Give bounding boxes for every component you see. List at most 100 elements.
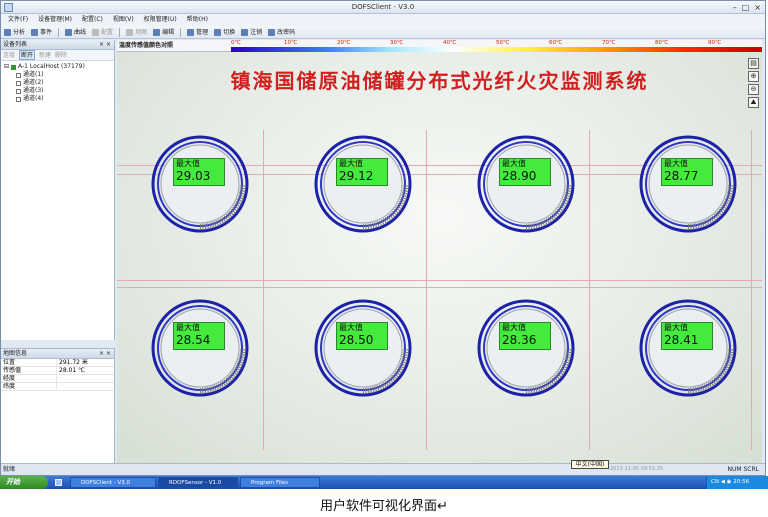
info-row: 经度: [1, 375, 114, 383]
task-program-files[interactable]: Program Files: [240, 477, 320, 488]
system-title: 镇海国储原油储罐分布式光纤火灾监测系统: [230, 69, 649, 93]
switch-button[interactable]: 切换: [214, 26, 235, 38]
tree-channel-1[interactable]: 通道(1): [4, 71, 114, 79]
event-button[interactable]: 事件: [31, 26, 52, 38]
tank-map-canvas[interactable]: 镇海国储原油储罐分布式光纤火灾监测系统 最大值 29.03 最大值 29.12 最大…: [117, 52, 762, 463]
legend-tick: 80℃: [655, 40, 669, 46]
tree-channel-4[interactable]: 通道(4): [4, 95, 114, 103]
map-fit-icon[interactable]: ⛰: [748, 97, 759, 108]
channel-label: 通道(2): [23, 79, 44, 86]
legend-tick: 40℃: [443, 40, 457, 46]
new-device-button[interactable]: 新建: [39, 50, 51, 60]
color-legend: 温度传感值颜色对照 0℃ 10℃ 20℃ 30℃ 40℃ 50℃ 60℃ 70℃…: [117, 40, 762, 52]
maximize-button[interactable]: □: [742, 2, 750, 13]
map-info-panel: 地图信息 × × 位置 291.72 米 传感值 28.01 ℃ 经度 纬度: [1, 348, 115, 463]
edit-icon: [153, 28, 161, 36]
checkbox[interactable]: [16, 96, 21, 102]
menu-view[interactable]: 视图(V): [113, 14, 134, 26]
switch-label: 切换: [223, 28, 236, 36]
checkbox[interactable]: [16, 88, 21, 94]
config-button[interactable]: 配置: [92, 26, 113, 38]
menu-permission[interactable]: 权限管理(U): [144, 14, 177, 26]
tree-channel-3[interactable]: 通道(3): [4, 87, 114, 95]
max-value: 28.50: [339, 333, 374, 347]
quicklaunch-icon[interactable]: [55, 479, 62, 486]
close-icon[interactable]: × ×: [99, 40, 111, 50]
menu-help[interactable]: 帮助(H): [187, 14, 208, 26]
info-key: 纬度: [1, 383, 57, 390]
info-value: 28.01 ℃: [59, 367, 85, 374]
menu-config[interactable]: 配置(C): [82, 14, 103, 26]
start-button[interactable]: 开始: [0, 476, 48, 489]
device-tree: ⊟ A-1 LocalHost (37179) 通道(1) 通道(2) 通道(3)…: [1, 61, 114, 103]
manage-button[interactable]: 管理: [187, 26, 208, 38]
tree-channel-2[interactable]: 通道(2): [4, 79, 114, 87]
zoom-out-icon[interactable]: ⊖: [748, 84, 759, 95]
checkbox[interactable]: [16, 80, 21, 86]
info-value: [57, 383, 59, 390]
checkbox[interactable]: [16, 72, 21, 78]
tank-5[interactable]: 最大值 28.54: [150, 298, 250, 398]
logout-label: 注销: [250, 28, 263, 36]
legend-tick: 10℃: [284, 40, 298, 46]
change-password-button[interactable]: 改密码: [268, 26, 295, 38]
tank-1[interactable]: 最大值 29.03: [150, 134, 250, 234]
event-label: 事件: [40, 28, 53, 36]
fiber-route-line: [117, 287, 762, 288]
tank-3[interactable]: 最大值 28.90: [476, 134, 576, 234]
menu-device[interactable]: 设备管理(M): [38, 14, 72, 26]
legend-tick: 0℃: [231, 40, 241, 46]
info-key: 经度: [1, 375, 57, 382]
ime-tooltip: 中文(中国): [571, 460, 609, 469]
close-icon[interactable]: × ×: [99, 349, 111, 359]
legend-tick: 90℃: [708, 40, 722, 46]
max-value: 29.12: [339, 169, 374, 183]
minimize-button[interactable]: –: [733, 2, 737, 13]
map-tools: ▤ ⊕ ⊖ ⛰: [748, 58, 759, 108]
curve-label: 曲线: [74, 28, 87, 36]
map-select-icon[interactable]: ▤: [748, 58, 759, 69]
tank-8[interactable]: 最大值 28.41: [638, 298, 738, 398]
tank-2[interactable]: 最大值 29.12: [313, 134, 413, 234]
tank-7[interactable]: 最大值 28.36: [476, 298, 576, 398]
delete-device-button[interactable]: 删除: [55, 50, 67, 60]
tree-host-node[interactable]: ⊟ A-1 LocalHost (37179): [4, 63, 114, 71]
max-value: 28.54: [176, 333, 211, 347]
expand-icon[interactable]: ⊟: [4, 63, 9, 71]
toolbar-separator: [119, 28, 121, 37]
zoom-in-icon[interactable]: ⊕: [748, 71, 759, 82]
system-tray[interactable]: CN ◀ ◉ 20:56: [706, 476, 768, 489]
connect-button[interactable]: 连接: [3, 50, 15, 60]
analyze-button[interactable]: 分析: [4, 26, 25, 38]
max-value-label: 最大值: [664, 159, 688, 168]
edit-label: 编辑: [162, 28, 175, 36]
title-bar: DOFSClient - V3.0 – □ ×: [1, 1, 765, 14]
menu-file[interactable]: 文件(F): [8, 14, 28, 26]
close-button[interactable]: ×: [754, 2, 761, 13]
device-panel-toolbar: 连接 断开 新建 删除: [1, 50, 114, 61]
screenshot-root: DOFSClient - V3.0 – □ × 文件(F) 设备管理(M) 配置…: [0, 0, 768, 517]
info-key: 传感值: [1, 367, 57, 374]
disconnect-button[interactable]: 断开: [19, 50, 36, 60]
lock-icon: [268, 28, 276, 36]
fiber-route-line: [426, 130, 427, 450]
task-rdofsensor[interactable]: RDOFSensor - V1.0: [158, 477, 238, 488]
info-key: 位置: [1, 359, 57, 366]
max-value-box: 最大值 28.50: [336, 322, 388, 350]
legend-title: 温度传感值颜色对照: [119, 42, 174, 49]
max-value-label: 最大值: [664, 323, 688, 332]
tank-4[interactable]: 最大值 28.77: [638, 134, 738, 234]
logout-button[interactable]: 注销: [241, 26, 262, 38]
tank-6[interactable]: 最大值 28.50: [313, 298, 413, 398]
window-title: DOFSClient - V3.0: [351, 3, 415, 11]
switch-icon: [214, 28, 222, 36]
toolbar-separator: [180, 28, 182, 37]
curve-button[interactable]: 曲线: [65, 26, 86, 38]
edit-button[interactable]: 编辑: [153, 26, 174, 38]
task-dofsclient[interactable]: DOFSClient - V3.0: [70, 477, 156, 488]
max-value-box: 最大值 28.77: [661, 158, 713, 186]
legend-tick: 30℃: [390, 40, 404, 46]
checked-icon[interactable]: [11, 64, 17, 70]
device-panel-title: 设备列表: [3, 41, 28, 48]
map-button[interactable]: 地图: [126, 26, 147, 38]
